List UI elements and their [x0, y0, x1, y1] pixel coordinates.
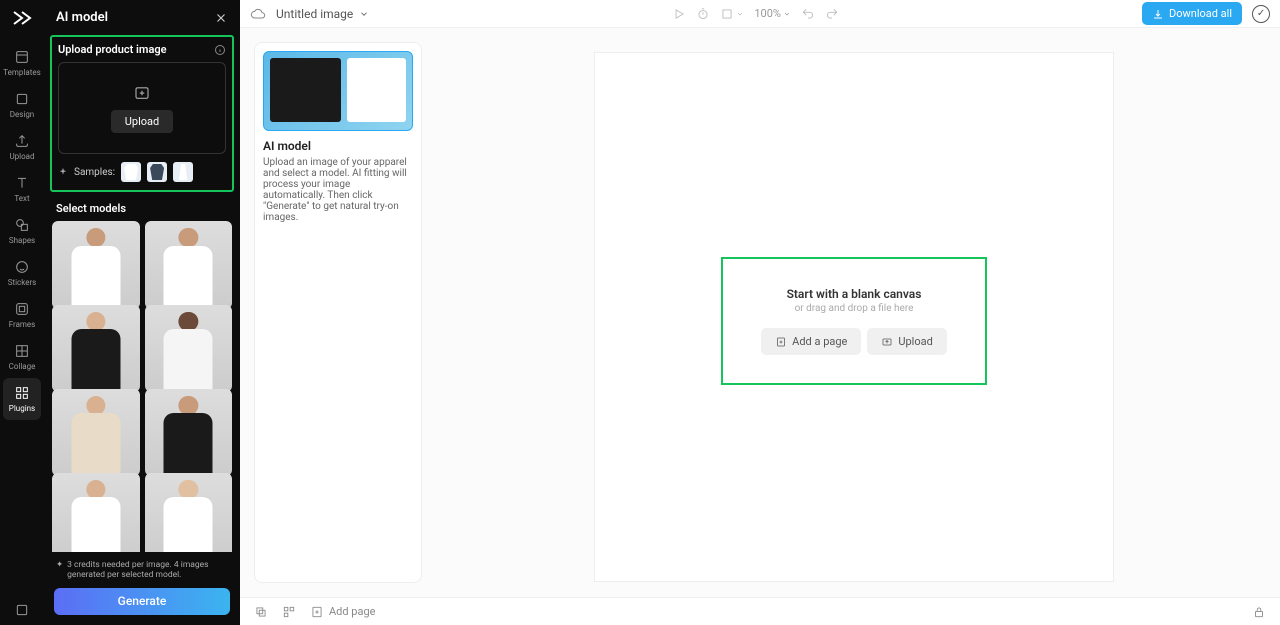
add-page-button[interactable]: Add a page [761, 328, 861, 355]
grid-icon[interactable] [282, 605, 296, 619]
rail-label: Templates [3, 68, 40, 77]
main-area: Untitled image 100% Download all ✓ AI mo… [240, 0, 1280, 625]
add-page-icon [310, 605, 324, 619]
panel-title: AI model [56, 10, 108, 25]
zoom-level[interactable]: 100% [754, 7, 791, 20]
model-thumb[interactable] [52, 221, 140, 309]
upload-section: Upload product image Upload Samples: [50, 35, 234, 192]
info-card: AI model Upload an image of your apparel… [254, 42, 422, 583]
rail-design[interactable]: Design [0, 84, 44, 126]
models-grid [44, 221, 240, 552]
samples-label: Samples: [74, 167, 115, 178]
download-label: Download all [1169, 7, 1232, 20]
rail-stickers[interactable]: Stickers [0, 252, 44, 294]
upload-icon [881, 336, 893, 348]
sample-chip-2[interactable] [147, 162, 167, 182]
resize-icon[interactable] [720, 7, 744, 21]
redo-icon[interactable] [825, 7, 839, 21]
rail-frames[interactable]: Frames [0, 294, 44, 336]
topbar: Untitled image 100% Download all ✓ [240, 0, 1280, 28]
rail-label: Collage [9, 362, 36, 371]
sample-chip-1[interactable] [121, 162, 141, 182]
model-thumb[interactable] [145, 305, 233, 393]
rail-text[interactable]: Text [0, 168, 44, 210]
model-thumb[interactable] [52, 389, 140, 477]
zoom-text: 100% [754, 7, 781, 20]
rail-label: Text [14, 194, 29, 203]
empty-title: Start with a blank canvas [787, 287, 922, 301]
undo-icon[interactable] [801, 7, 815, 21]
rail-collage[interactable]: Collage [0, 336, 44, 378]
add-page-label: Add a page [792, 335, 847, 348]
rail-label: Shapes [9, 236, 35, 245]
rail-upload[interactable]: Upload [0, 126, 44, 168]
download-icon [1152, 8, 1164, 20]
model-thumb[interactable] [145, 221, 233, 309]
upload-button[interactable]: Upload [111, 110, 173, 133]
rail-label: Upload [9, 152, 34, 161]
shield-icon[interactable]: ✓ [1252, 5, 1270, 23]
credits-text: 3 credits needed per image. 4 images gen… [67, 560, 228, 580]
rail-label: Plugins [9, 404, 35, 413]
upload-dropzone[interactable]: Upload [58, 62, 226, 154]
empty-state: Start with a blank canvas or drag and dr… [721, 257, 987, 385]
rail-plugins[interactable]: Plugins [3, 378, 41, 420]
left-rail: Templates Design Upload Text Shapes Stic… [0, 0, 44, 625]
add-page-bottom-label: Add page [329, 605, 375, 618]
upload-canvas-button[interactable]: Upload [867, 328, 946, 355]
rail-label: Frames [9, 320, 36, 329]
card-desc: Upload an image of your apparel and sele… [263, 157, 413, 223]
bottombar: Add page [240, 597, 1280, 625]
doc-title-text: Untitled image [276, 7, 353, 21]
card-title: AI model [263, 139, 413, 153]
rail-label: Stickers [8, 278, 37, 287]
card-thumb[interactable] [263, 51, 413, 131]
canvas[interactable]: Start with a blank canvas or drag and dr… [594, 52, 1114, 582]
select-models-title: Select models [44, 192, 240, 221]
add-page-bottom[interactable]: Add page [310, 605, 375, 619]
credits-note: ✦ 3 credits needed per image. 4 images g… [44, 552, 240, 584]
cloud-icon[interactable] [250, 6, 266, 22]
model-thumb[interactable] [145, 473, 233, 552]
empty-sub: or drag and drop a file here [795, 303, 914, 314]
sparkle-icon [58, 167, 68, 177]
app-logo-icon[interactable] [10, 6, 34, 30]
plugin-panel: AI model Upload product image Upload Sam… [44, 0, 240, 625]
doc-title[interactable]: Untitled image [276, 7, 369, 21]
upload-label: Upload [898, 335, 932, 348]
rail-label: Design [10, 110, 34, 119]
download-button[interactable]: Download all [1142, 2, 1242, 25]
chevron-down-icon [359, 9, 369, 19]
rail-shapes[interactable]: Shapes [0, 210, 44, 252]
upload-title: Upload product image [58, 43, 167, 56]
generate-button[interactable]: Generate [54, 588, 230, 615]
image-upload-icon [133, 84, 151, 102]
sparkle-icon: ✦ [56, 560, 63, 580]
rail-templates[interactable]: Templates [0, 42, 44, 84]
timer-icon[interactable] [696, 7, 710, 21]
model-thumb[interactable] [52, 473, 140, 552]
lock-icon[interactable] [1252, 605, 1266, 619]
play-icon[interactable] [672, 7, 686, 21]
model-thumb[interactable] [52, 305, 140, 393]
close-icon[interactable] [214, 11, 228, 25]
layers-icon[interactable] [254, 605, 268, 619]
rail-help[interactable] [0, 595, 44, 625]
model-thumb[interactable] [145, 389, 233, 477]
page-icon [775, 336, 787, 348]
info-icon[interactable] [214, 44, 226, 56]
sample-chip-3[interactable] [173, 162, 193, 182]
